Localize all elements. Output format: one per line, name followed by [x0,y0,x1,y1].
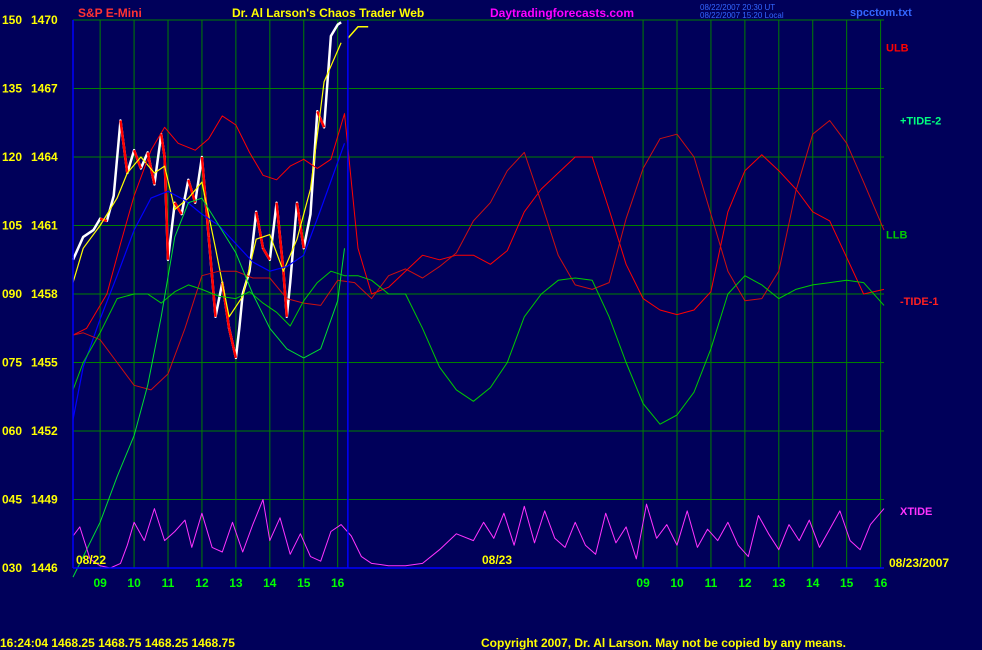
file-name: spcctom.txt [850,7,912,19]
legend-label: +TIDE-2 [900,115,941,127]
x-hour-label: 14 [806,576,820,590]
y-price-label: 1446 [31,561,58,575]
x-hour-label: 12 [195,576,209,590]
series-line-average [72,42,342,318]
x-hour-label: 16 [331,576,345,590]
y-price-label: 1464 [31,150,58,164]
x-hour-label: 13 [772,576,786,590]
y-index-label: 075 [2,356,22,370]
y-price-label: 1461 [31,219,58,233]
quote-line: 16:24:04 1468.25 1468.75 1468.25 1468.75 [0,636,235,650]
x-hour-label: 13 [229,576,243,590]
date-label-mid: 08/23 [482,553,513,567]
site-title: Dr. Al Larson's Chaos Trader Web [232,6,425,20]
chart-axes: 150 1470 135 1467 120 1464 105 1461 090 1458 075 14… [2,13,941,590]
price-down-segment [255,211,265,249]
price-down-segment [132,149,143,169]
copyright-notice: Copyright 2007, Dr. Al Larson. May not b… [481,636,846,650]
legend-label: ULB [886,42,909,54]
x-hour-label: 12 [738,576,752,590]
y-index-label: 105 [2,219,22,233]
y-price-label: 1458 [31,287,58,301]
price-down-segment [159,133,166,158]
price-down-segment [119,120,129,174]
price-down-segment [207,236,217,317]
series-line-forecast_hook [347,26,369,39]
chart-grid [73,19,884,569]
date-label-start: 08/22 [76,553,107,567]
site-url[interactable]: Daytradingforecasts.com [490,6,634,20]
x-hour-label: 11 [162,576,175,590]
date-label-end: 08/23/2007 [889,556,950,570]
y-price-label: 1467 [31,82,58,96]
y-index-label: 045 [2,493,22,507]
y-index-label: 060 [2,424,22,438]
price-down-segment [227,327,238,359]
y-price-label: 1449 [31,493,58,507]
y-index-label: 120 [2,150,22,164]
price-down-segment [261,247,271,261]
x-hour-label: 10 [670,576,684,590]
series-line-price [71,21,342,360]
legend-label: -TIDE-1 [900,296,939,308]
series-line-ulb [72,113,885,336]
timestamp-local: 08/22/2007 15:20 Local [700,11,784,20]
y-price-label: 1452 [31,424,58,438]
instrument-title: S&P E-Mini [78,6,142,20]
x-hour-label: 16 [874,576,888,590]
x-hour-label: 09 [93,576,107,590]
x-hour-label: 10 [127,576,141,590]
x-hour-label: 15 [840,576,854,590]
y-index-label: 135 [2,82,22,96]
y-index-label: 150 [2,13,22,27]
series-line-xtide [72,499,885,569]
y-index-label: 030 [2,561,22,575]
y-index-label: 090 [2,287,22,301]
legend-label: LLB [886,230,907,242]
price-down-segment [282,271,289,317]
y-price-label: 1455 [31,356,58,370]
x-hour-label: 15 [297,576,311,590]
x-hour-label: 11 [705,576,718,590]
y-price-label: 1470 [31,13,58,27]
x-hour-label: 14 [263,576,277,590]
series-line-tide1 [72,120,885,391]
x-hour-label: 09 [636,576,650,590]
chart-series [71,21,885,578]
legend-label: XTIDE [900,506,932,518]
